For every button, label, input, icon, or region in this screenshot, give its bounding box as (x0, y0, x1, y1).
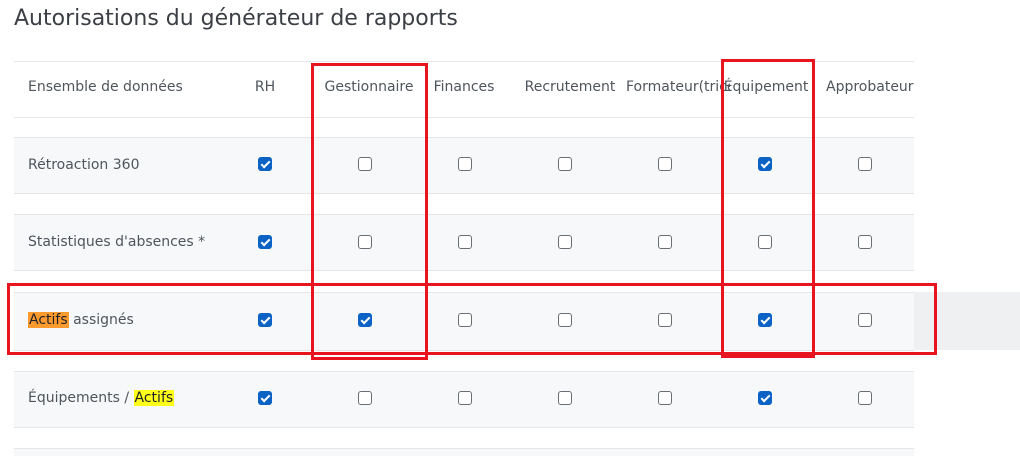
checkbox-rh[interactable] (258, 157, 272, 171)
column-header-rh: RH (254, 79, 276, 95)
checkbox-formateur[interactable] (658, 235, 672, 249)
column-header-recrutement: Recrutement (524, 79, 616, 95)
divider (14, 371, 914, 372)
checkbox-rh[interactable] (258, 235, 272, 249)
column-header-finances: Finances (433, 79, 495, 95)
column-header-dataset: Ensemble de données (28, 79, 183, 95)
checkbox-finances[interactable] (458, 235, 472, 249)
divider (14, 448, 914, 449)
checkbox-approbateur[interactable] (858, 157, 872, 171)
page-title: Autorisations du générateur de rapports (14, 6, 458, 31)
column-header-formateur: Formateur(trice) (626, 79, 730, 95)
checkbox-formateur[interactable] (658, 391, 672, 405)
checkbox-gestionnaire[interactable] (358, 391, 372, 405)
checkbox-rh[interactable] (258, 391, 272, 405)
table-row (14, 448, 914, 456)
row-label-prefix: Équipements / (28, 390, 134, 406)
divider (14, 427, 914, 428)
checkbox-finances[interactable] (458, 391, 472, 405)
checkbox-recrutement[interactable] (558, 157, 572, 171)
row-label-retroaction: Rétroaction 360 (28, 157, 140, 173)
row-label-statistiques: Statistiques d'absences * (28, 234, 206, 250)
highlight-yellow: Actifs (133, 390, 175, 406)
column-header-approbateur: Approbateur (826, 79, 914, 95)
checkbox-approbateur[interactable] (858, 391, 872, 405)
checkbox-recrutement[interactable] (558, 391, 572, 405)
checkbox-formateur[interactable] (658, 157, 672, 171)
checkbox-recrutement[interactable] (558, 235, 572, 249)
checkbox-finances[interactable] (458, 157, 472, 171)
checkbox-approbateur[interactable] (858, 235, 872, 249)
annotation-box-actifs-assignes (7, 283, 937, 355)
checkbox-equipement[interactable] (758, 391, 772, 405)
row-label-equipements-actifs: Équipements / Actifs (28, 390, 175, 406)
